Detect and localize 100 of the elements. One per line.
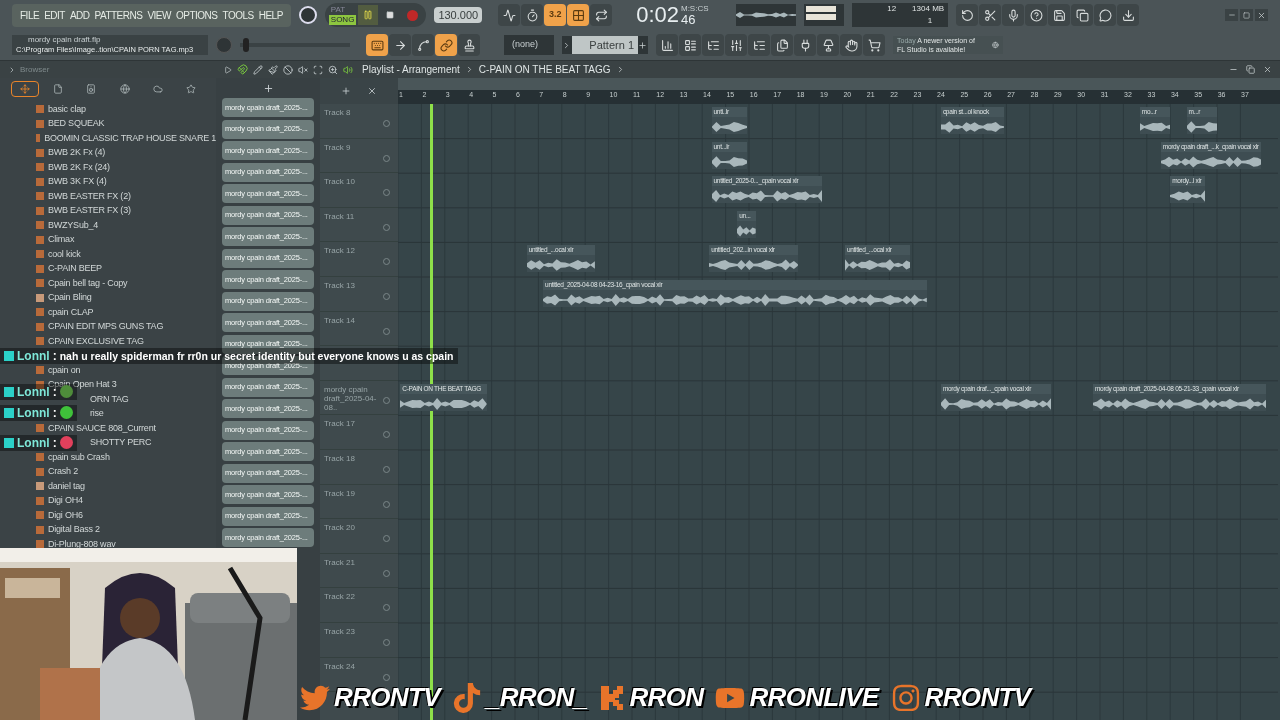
restore-icon[interactable]: [1246, 65, 1255, 74]
browser-item[interactable]: BED SQUEAK: [48, 117, 105, 131]
toolbar-button[interactable]: [1071, 4, 1094, 26]
menu-item[interactable]: TOOLS: [222, 7, 254, 23]
volume-knob[interactable]: [298, 6, 317, 24]
magnet-icon[interactable]: [237, 64, 248, 75]
browser-item[interactable]: cool kick: [48, 247, 81, 261]
close-button[interactable]: [1255, 9, 1268, 21]
browser-item[interactable]: C-PAIN BEEP: [48, 262, 102, 276]
ban-icon[interactable]: [283, 64, 293, 75]
select-icon[interactable]: [313, 64, 323, 75]
toolbar-button[interactable]: [702, 34, 724, 56]
toolbar-button[interactable]: [956, 4, 979, 26]
add-track-icon[interactable]: [341, 86, 351, 96]
social-handle: RRON: [629, 681, 704, 714]
tempo-display[interactable]: 130.000: [434, 6, 483, 24]
slider-thumb[interactable]: [243, 38, 250, 52]
browser-item[interactable]: BWB 3K FX (4): [48, 175, 107, 189]
toolbar-button[interactable]: [389, 34, 411, 56]
toolbar-button[interactable]: [656, 34, 678, 56]
toolbar-button[interactable]: [840, 34, 862, 56]
browser-item[interactable]: Digi OH6: [48, 508, 83, 522]
browser-item[interactable]: SHOTTY PERC: [90, 436, 152, 450]
browser-item[interactable]: cpain on: [48, 363, 81, 377]
browser-item[interactable]: Crash 2: [48, 465, 78, 479]
browser-item[interactable]: ORN TAG: [90, 392, 129, 406]
play-icon[interactable]: [224, 65, 232, 74]
toolbar-button[interactable]: [679, 34, 701, 56]
toolbar-button[interactable]: [863, 34, 885, 56]
toolbar-button[interactable]: [412, 34, 434, 56]
browser-tab[interactable]: [10, 81, 39, 97]
help-icon: [1029, 8, 1043, 22]
browser-item[interactable]: BOOMIN CLASSIC TRAP HOUSE SNARE 1: [44, 131, 216, 145]
pattern-field[interactable]: Pattern 1: [572, 36, 638, 54]
browser-item[interactable]: Climax: [48, 233, 75, 247]
pencil-icon[interactable]: [253, 64, 263, 75]
menu-item[interactable]: OPTIONS: [175, 7, 218, 23]
toolbar-button[interactable]: [498, 4, 521, 26]
star-icon: [186, 84, 197, 94]
play-pause-button[interactable]: [358, 5, 379, 25]
browser-item[interactable]: Cpain Bling: [48, 291, 92, 305]
menu-item[interactable]: FILE: [20, 7, 40, 23]
track-name: Track 18: [324, 453, 356, 463]
toolbar-button[interactable]: [771, 34, 793, 56]
toolbar-button[interactable]: [1002, 4, 1025, 26]
browser-item[interactable]: CPAIN EDIT MPS GUNS TAG: [48, 320, 164, 334]
toolbar-button[interactable]: [521, 4, 544, 26]
list-icon: [683, 38, 697, 52]
toolbar-button[interactable]: [748, 34, 770, 56]
mode-toggle[interactable]: SONG: [328, 15, 357, 25]
toolbar-button[interactable]: [458, 34, 480, 56]
browser-item[interactable]: daniel tag: [48, 479, 85, 493]
toolbar-button[interactable]: [1094, 4, 1117, 26]
browser-item[interactable]: CPAIN SAUCE 808_Current: [48, 421, 156, 435]
browser-item[interactable]: BWB EASTER FX (3): [48, 204, 131, 218]
browser-item[interactable]: BWB 2K Fx (24): [48, 160, 110, 174]
toolbar-button[interactable]: 3.2: [544, 4, 567, 26]
menu-item[interactable]: ADD: [69, 7, 90, 23]
previous-button[interactable]: [562, 36, 572, 54]
waveform: [736, 11, 797, 19]
browser-item[interactable]: Digi OH4: [48, 494, 83, 508]
toolbar-button[interactable]: [817, 34, 839, 56]
browser-item[interactable]: cpain CLAP: [48, 305, 94, 319]
toolbar-button[interactable]: [1117, 4, 1140, 26]
menu-item[interactable]: HELP: [258, 7, 283, 23]
toolbar-button[interactable]: [366, 34, 388, 56]
zoom-icon[interactable]: [328, 64, 338, 75]
menu-item[interactable]: EDIT: [44, 7, 65, 23]
browser-item[interactable]: Di-Plung-808 wav: [48, 537, 116, 551]
mute-icon[interactable]: [298, 64, 308, 75]
toolbar-button[interactable]: [725, 34, 747, 56]
browser-item[interactable]: Digital Bass 2: [48, 523, 100, 537]
toolbar-button[interactable]: [435, 34, 457, 56]
browser-item[interactable]: basic clap: [48, 102, 86, 116]
close-icon[interactable]: [1263, 65, 1272, 74]
toolbar-button[interactable]: [1025, 4, 1048, 26]
toolbar-button[interactable]: [567, 4, 590, 26]
browser-item[interactable]: BWB 2K Fx (4): [48, 146, 106, 160]
browser-item[interactable]: Cpain bell tag - Copy: [48, 276, 128, 290]
badge-icon: [4, 351, 14, 361]
menu-item[interactable]: PATTERNS: [94, 7, 143, 23]
social-handle: RRONTV: [924, 681, 1031, 714]
browser-item[interactable]: rise: [90, 407, 104, 421]
menu-item[interactable]: VIEW: [147, 7, 171, 23]
speaker-icon[interactable]: [343, 64, 353, 75]
browser-item[interactable]: CPAIN EXCLUSIVE TAG: [48, 334, 144, 348]
add-channel-icon[interactable]: [262, 82, 274, 94]
browser-item[interactable]: BWZYSub_4: [48, 218, 98, 232]
pattern-dropdown[interactable]: (none): [504, 35, 554, 55]
toolbar-button[interactable]: [794, 34, 816, 56]
toolbar-button[interactable]: [979, 4, 1002, 26]
add-pattern-button[interactable]: [638, 36, 648, 54]
brush-icon[interactable]: [268, 64, 278, 75]
close-icon[interactable]: [367, 86, 377, 96]
pattern-title: C-PAIN ON THE BEAT TAGG: [478, 63, 611, 77]
browser-item[interactable]: BWB EASTER FX (2): [48, 189, 131, 203]
toolbar-button[interactable]: [1048, 4, 1071, 26]
browser-item[interactable]: cpain sub Crash: [48, 450, 110, 464]
note-icon: [451, 682, 482, 713]
toolbar-button[interactable]: [590, 4, 613, 26]
